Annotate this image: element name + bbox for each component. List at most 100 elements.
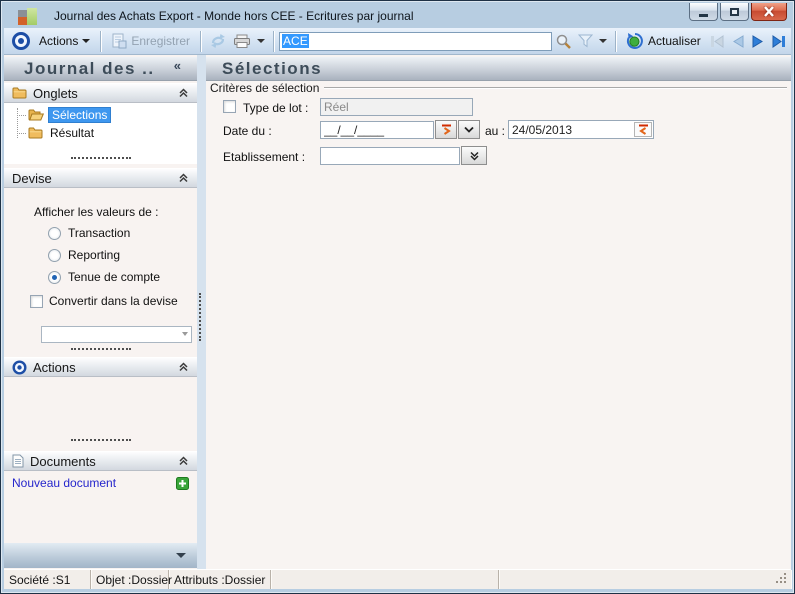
au-date-picker-button[interactable] <box>634 122 652 137</box>
collapse-section-button[interactable] <box>178 88 189 98</box>
panel-splitter-handle[interactable] <box>70 439 131 441</box>
etablissement-label: Etablissement : <box>223 150 306 164</box>
app-grid-icon <box>18 7 38 25</box>
toolbar: Actions Enregistrer ACE Actualiser <box>4 28 795 55</box>
tree-item-selections[interactable]: Sélections <box>4 106 197 124</box>
print-options-button[interactable] <box>254 37 268 45</box>
sidebar-collapse-button[interactable]: « <box>174 58 181 73</box>
section-title-devise: Devise <box>12 170 52 186</box>
collapse-section-button[interactable] <box>178 173 189 183</box>
section-title-actions: Actions <box>33 359 76 375</box>
documents-panel: Nouveau document <box>12 475 189 491</box>
panel-splitter-handle[interactable] <box>70 157 131 159</box>
currency-select[interactable] <box>41 326 192 343</box>
printer-icon <box>234 34 251 48</box>
status-objet: Objet :Dossier <box>91 570 172 589</box>
search-input-value: ACE <box>282 34 309 48</box>
au-date-wrap <box>508 120 654 139</box>
new-document-link[interactable]: Nouveau document <box>12 476 116 490</box>
window-controls <box>687 3 787 21</box>
section-header-devise[interactable]: Devise <box>4 168 197 188</box>
actions-menu-button[interactable]: Actions <box>34 32 95 50</box>
section-header-actions[interactable]: Actions <box>4 357 197 377</box>
minimize-button[interactable] <box>689 3 718 21</box>
search-input[interactable]: ACE <box>279 31 553 51</box>
collapse-section-button[interactable] <box>178 456 189 466</box>
collapse-section-button[interactable] <box>178 362 189 372</box>
filter-options-button[interactable] <box>596 37 610 45</box>
last-record-button[interactable] <box>768 33 790 50</box>
toolbar-separator <box>100 30 102 52</box>
plus-icon <box>176 476 189 490</box>
radio-label: Reporting <box>68 248 121 262</box>
tree-item-resultat[interactable]: Résultat <box>4 124 197 142</box>
search-button[interactable] <box>552 31 575 52</box>
devise-panel: Afficher les valeurs de : Transaction Re… <box>4 188 197 357</box>
date-dropdown-button[interactable] <box>458 120 480 139</box>
refresh-icon <box>211 34 226 48</box>
filter-button[interactable] <box>575 32 596 50</box>
main-panel: Sélections Critères de sélection Type de… <box>206 55 791 569</box>
main-header: Sélections <box>206 57 791 81</box>
statusbar: Société :S1 Objet :Dossier Attributs :Do… <box>4 569 791 589</box>
refresh-button[interactable] <box>206 31 230 51</box>
toolbar-separator <box>273 30 275 52</box>
add-document-button[interactable] <box>176 476 189 490</box>
chevron-down-double-icon <box>469 151 479 161</box>
arrow-left-orange-icon <box>638 124 648 135</box>
panel-splitter-handle[interactable] <box>70 348 131 350</box>
au-date-field[interactable] <box>508 120 654 139</box>
radio-checked-icon <box>48 270 61 284</box>
splitter-dotted-handle[interactable] <box>199 293 201 341</box>
convert-currency-label: Convertir dans la devise <box>49 294 178 308</box>
date-du-field[interactable] <box>320 121 434 139</box>
toolbar-separator <box>615 30 617 52</box>
date-du-label: Date du : <box>223 124 272 138</box>
save-button[interactable]: Enregistrer <box>106 31 195 51</box>
sidebar: Journal des .. « Onglets Sélections Résu… <box>4 55 197 569</box>
etablissement-field[interactable] <box>320 147 460 165</box>
date-picker-button[interactable] <box>435 120 457 139</box>
show-values-label: Afficher les valeurs de : <box>34 205 159 219</box>
actions-menu-label: Actions <box>39 34 79 48</box>
refresh-data-button[interactable]: Actualiser <box>621 30 706 52</box>
tree-item-label: Résultat <box>50 126 95 140</box>
chevron-up-double-icon <box>179 456 188 466</box>
folder-icon <box>28 127 43 139</box>
print-button[interactable] <box>230 32 254 51</box>
convert-currency-checkbox[interactable]: Convertir dans la devise <box>30 294 178 308</box>
radio-icon <box>48 226 61 240</box>
chevron-up-double-icon <box>179 88 188 98</box>
au-label: au : <box>485 124 506 138</box>
last-record-icon <box>772 34 785 48</box>
chevron-down-icon <box>82 39 91 43</box>
maximize-button[interactable] <box>720 3 749 21</box>
radio-reporting[interactable]: Reporting <box>48 248 120 262</box>
previous-record-button[interactable] <box>728 33 748 50</box>
sidebar-expand-bar[interactable] <box>4 543 197 568</box>
type-lot-field[interactable] <box>320 98 473 116</box>
onglets-tree-panel: Sélections Résultat <box>4 103 197 164</box>
filter-icon <box>578 34 594 48</box>
folder-icon <box>12 87 27 99</box>
section-header-documents[interactable]: Documents <box>4 451 197 471</box>
search-icon <box>556 34 571 49</box>
target-icon <box>8 29 34 53</box>
arrow-right-orange-icon <box>441 124 451 135</box>
first-record-button[interactable] <box>706 33 728 50</box>
radio-transaction[interactable]: Transaction <box>48 226 130 240</box>
app-window: Journal des Achats Export - Monde hors C… <box>0 0 795 594</box>
etablissement-lookup-button[interactable] <box>461 146 487 165</box>
maximize-icon <box>730 7 739 16</box>
status-empty-panel <box>271 570 499 589</box>
next-record-button[interactable] <box>748 33 768 50</box>
content-area: Journal des .. « Onglets Sélections Résu… <box>4 55 791 569</box>
type-lot-checkbox[interactable] <box>223 100 236 113</box>
window-title: Journal des Achats Export - Monde hors C… <box>54 9 414 23</box>
radio-tenue-de-compte[interactable]: Tenue de compte <box>48 270 160 284</box>
status-empty-panel <box>499 570 791 589</box>
close-button[interactable] <box>751 3 787 21</box>
resize-grip[interactable] <box>776 573 788 585</box>
section-header-onglets[interactable]: Onglets <box>4 83 197 103</box>
titlebar: Journal des Achats Export - Monde hors C… <box>4 3 791 28</box>
